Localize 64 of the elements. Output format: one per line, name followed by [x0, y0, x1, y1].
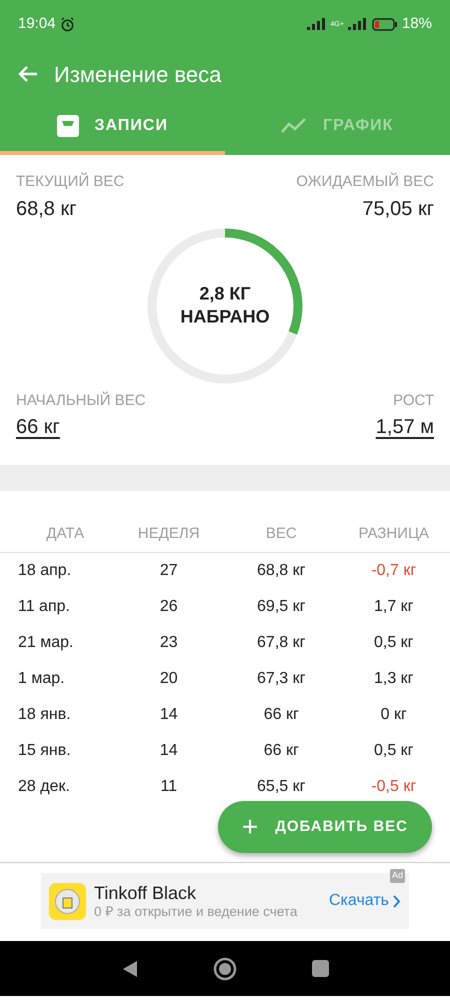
table-cell-text: 27: [158, 561, 179, 581]
scale-icon: [56, 114, 79, 136]
battery-percent: 18%: [402, 14, 432, 34]
table-cell-text: 15 янв.: [17, 741, 72, 761]
app-logo-icon: [49, 882, 86, 920]
table-cell-text: 0 кг: [380, 705, 408, 725]
column-header: ВЕС: [264, 524, 298, 544]
ad-title: Tinkoff Black: [94, 882, 198, 904]
table-cell-text: 66 кг: [262, 705, 300, 725]
stat-label: РОСТ: [392, 390, 434, 410]
tab[interactable]: ГРАФИК: [224, 100, 450, 155]
add-weight-button[interactable]: + ДОБАВИТЬ ВЕС: [218, 801, 432, 853]
table-cell-text: 11: [159, 777, 178, 797]
table-cell-text: 14: [158, 741, 179, 761]
table-cell-text: -0,7 кг: [370, 561, 418, 581]
start-weight-link[interactable]: 66 кг: [16, 412, 146, 442]
table-cell-text: 66 кг: [262, 741, 300, 761]
battery-icon: [372, 18, 398, 30]
table-cell-text: 21 мар.: [17, 633, 74, 653]
progress-amount: 2,8 КГ: [198, 282, 252, 306]
chevron-right-icon: [393, 894, 401, 908]
tab[interactable]: ЗАПИСИ: [0, 100, 224, 155]
column-header: ДАТА: [45, 524, 86, 544]
signal-icon: [348, 18, 368, 30]
table-cell-text: 1,7 кг: [372, 597, 415, 617]
stat-label: НАЧАЛЬНЫЙ ВЕС: [16, 390, 146, 410]
home-nav-icon[interactable]: [212, 956, 236, 980]
table-cell-text: 68,8 кг: [256, 561, 306, 581]
back-nav-icon[interactable]: [122, 960, 138, 978]
ad-badge: Ad: [390, 869, 405, 882]
progress-caption: НАБРАНО: [180, 306, 270, 328]
screen-title: Изменение веса: [54, 60, 222, 88]
table-cell-text: 65,5 кг: [256, 777, 306, 797]
ad-subtitle: 0 ₽ за открытие и ведение счета: [94, 904, 298, 920]
table-cell-text: 23: [158, 633, 179, 653]
back-arrow-icon[interactable]: [18, 65, 38, 83]
table-cell-text: 14: [158, 705, 179, 725]
alarm-icon: [60, 16, 75, 32]
download-link[interactable]: Скачать: [329, 889, 389, 913]
table-cell-text: 18 апр.: [17, 561, 72, 581]
table-cell-text: 1,3 кг: [372, 669, 415, 689]
table-cell-text: 26: [158, 597, 179, 617]
table-cell-text: 20: [158, 669, 179, 689]
table-cell-text: 28 дек.: [17, 777, 71, 797]
height-link[interactable]: 1,57 м: [376, 412, 434, 442]
table-cell-text: 69,5 кг: [256, 597, 306, 617]
table-cell-text: 67,8 кг: [256, 633, 306, 653]
table-cell-text: 1 мар.: [17, 669, 66, 689]
table-cell-text: 18 янв.: [17, 705, 72, 725]
table-cell-text: 11 апр.: [17, 597, 71, 617]
table-cell-text: 0,5 кг: [372, 741, 415, 761]
table-cell-text: 67,3 кг: [256, 669, 306, 689]
stat-label: ТЕКУЩИЙ ВЕС: [16, 172, 124, 192]
line-chart-icon: [281, 118, 308, 134]
table-cell-text: -0,5 кг: [370, 777, 418, 797]
stat-label: ОЖИДАЕМЫЙ ВЕС: [296, 172, 434, 192]
column-header: НЕДЕЛЯ: [136, 524, 201, 544]
column-header: РАЗНИЦА: [357, 524, 430, 544]
recents-nav-icon[interactable]: [312, 960, 328, 977]
signal-icon: [306, 18, 327, 30]
stat-value: 75,05 кг: [361, 196, 434, 222]
table-cell-text: 0,5 кг: [372, 633, 415, 653]
stat-value: 68,8 кг: [16, 196, 78, 222]
status-time: 19:04: [18, 14, 56, 34]
